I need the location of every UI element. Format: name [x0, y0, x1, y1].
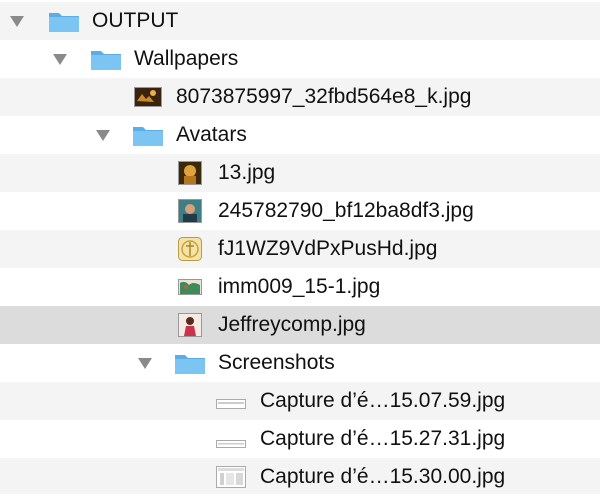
- tree-row-file[interactable]: imm009_15-1.jpg: [0, 268, 600, 306]
- tree-row-file[interactable]: 13.jpg: [0, 154, 600, 192]
- image-thumbnail-icon: [178, 275, 202, 304]
- image-thumbnail-icon: [134, 87, 162, 112]
- tree-row-label: Jeffreycomp.jpg: [218, 313, 366, 336]
- tree-row-label: Capture d’é…15.07.59.jpg: [260, 389, 506, 412]
- tree-row-file[interactable]: 245782790_bf12ba8df3.jpg: [0, 192, 600, 230]
- image-thumbnail-icon: [178, 199, 202, 228]
- disclosure-triangle-icon[interactable]: [10, 16, 24, 27]
- image-thumbnail-icon: [178, 313, 202, 342]
- screenshot-thumbnail-icon: [216, 396, 246, 414]
- disclosure-triangle-icon[interactable]: [96, 130, 110, 141]
- tree-row-screenshots[interactable]: Screenshots: [0, 344, 600, 382]
- folder-icon: [132, 123, 164, 152]
- tree-row-file[interactable]: fJ1WZ9VdPxPusHd.jpg: [0, 230, 600, 268]
- tree-row-label: Avatars: [176, 123, 247, 146]
- tree-row-file[interactable]: Capture d’é…15.30.00.jpg: [0, 458, 600, 496]
- tree-row-label: 245782790_bf12ba8df3.jpg: [218, 199, 474, 222]
- tree-row-label: 8073875997_32fbd564e8_k.jpg: [176, 85, 472, 108]
- image-thumbnail-icon: [178, 237, 202, 266]
- tree-row-label: fJ1WZ9VdPxPusHd.jpg: [218, 237, 438, 260]
- tree-row-output[interactable]: OUTPUT: [0, 2, 600, 40]
- image-thumbnail-icon: [178, 161, 202, 190]
- folder-icon: [90, 47, 122, 76]
- tree-row-file[interactable]: Capture d’é…15.27.31.jpg: [0, 420, 600, 458]
- partial-next-row: [0, 494, 600, 504]
- disclosure-triangle-icon[interactable]: [53, 54, 67, 65]
- tree-row-wallpapers[interactable]: Wallpapers: [0, 40, 600, 78]
- tree-row-label: OUTPUT: [92, 9, 179, 32]
- tree-row-label: 13.jpg: [218, 161, 276, 184]
- tree-row-label: Wallpapers: [134, 47, 239, 70]
- screenshot-thumbnail-icon: [216, 466, 246, 493]
- tree-row-file[interactable]: Capture d’é…15.07.59.jpg: [0, 382, 600, 420]
- folder-icon: [174, 351, 206, 380]
- tree-row-avatars[interactable]: Avatars: [0, 116, 600, 154]
- screenshot-thumbnail-icon: [216, 435, 246, 453]
- tree-row-label: Screenshots: [218, 351, 335, 374]
- folder-icon: [48, 9, 80, 38]
- tree-row-file[interactable]: 8073875997_32fbd564e8_k.jpg: [0, 78, 600, 116]
- tree-row-label: Capture d’é…15.27.31.jpg: [260, 427, 506, 450]
- tree-row-file-selected[interactable]: Jeffreycomp.jpg: [0, 306, 600, 344]
- tree-row-label: imm009_15-1.jpg: [218, 275, 381, 298]
- tree-row-label: Capture d’é…15.30.00.jpg: [260, 465, 506, 488]
- file-tree: OUTPUT Wallpapers 8073875997_32fbd564e8_…: [0, 0, 600, 504]
- disclosure-triangle-icon[interactable]: [138, 358, 152, 369]
